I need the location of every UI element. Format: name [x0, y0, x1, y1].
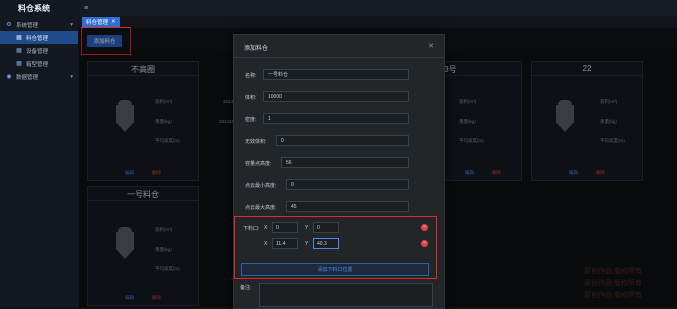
- sidebar-item-label: 设备管理: [26, 48, 49, 55]
- field-label: 名称:: [245, 73, 257, 79]
- outlet-y-input[interactable]: 40.3: [313, 238, 339, 249]
- max-height-input[interactable]: 45: [286, 201, 409, 212]
- watermark-text: 原创作品 版权所有: [584, 292, 642, 299]
- sidebar-item-label: 系统管理: [16, 22, 39, 29]
- sidebar-item-silo[interactable]: ▦ 料仓管理: [0, 31, 78, 44]
- x-label: X: [264, 225, 268, 231]
- app-title: 料仓系统: [18, 3, 50, 13]
- top-bar: ≡: [78, 0, 677, 17]
- capacity-height-input[interactable]: 56: [281, 157, 409, 168]
- field-label: 容量点高度:: [245, 161, 272, 167]
- sidebar-item-label: 箱型管理: [26, 61, 49, 68]
- sidebar-item-label: 数据管理: [16, 74, 39, 81]
- chevron-down-icon: ▾: [70, 21, 73, 28]
- y-label: Y: [305, 241, 309, 247]
- invalid-volume-input[interactable]: 0: [276, 135, 409, 146]
- x-label: X: [264, 241, 268, 247]
- sidebar-item-box[interactable]: ▦ 箱型管理: [0, 57, 78, 70]
- add-outlet-button[interactable]: 添加下料口位置: [241, 263, 429, 276]
- field-label: 无效体积:: [245, 139, 267, 145]
- y-label: Y: [305, 225, 309, 231]
- remark-textarea[interactable]: [259, 283, 433, 307]
- sidebar-item-label: 料仓管理: [26, 35, 49, 42]
- watermark-text: 原创作品 版权所有: [584, 280, 642, 287]
- sidebar-item-device[interactable]: ▦ 设备管理: [0, 44, 78, 57]
- outlet-x-input[interactable]: 0: [272, 222, 298, 233]
- form-row-density: 密度: 1: [241, 112, 437, 126]
- grid-icon: ▦: [16, 48, 22, 54]
- min-height-input[interactable]: 0: [286, 179, 409, 190]
- modal-title: 添加料仓: [244, 46, 269, 52]
- field-label: 体积:: [245, 95, 257, 101]
- remark-label: 备注:: [240, 285, 252, 291]
- side-menu: ⚙ 系统管理 ▾ ▦ 料仓管理 ▦ 设备管理 ▦ 箱型管理 ◉ 数据管理 ▾: [0, 18, 78, 83]
- form-row-name: 名称: 一号料仓: [241, 68, 437, 82]
- sidebar: 料仓系统 ⚙ 系统管理 ▾ ▦ 料仓管理 ▦ 设备管理 ▦ 箱型管理 ◉ 数据管…: [0, 0, 79, 307]
- form-row-min-height: 点云最小高度: 0: [241, 178, 437, 192]
- field-label: 点云最小高度:: [245, 183, 277, 189]
- form-row-invalid-volume: 无效体积: 0: [241, 134, 437, 148]
- density-input[interactable]: 1: [263, 113, 409, 124]
- volume-input[interactable]: 10000: [263, 91, 409, 102]
- close-icon[interactable]: ✕: [428, 42, 434, 50]
- form-row-max-height: 点云最大高度: 45: [241, 200, 437, 214]
- outlet-y-input[interactable]: 0: [313, 222, 339, 233]
- sidebar-item-system[interactable]: ⚙ 系统管理 ▾: [0, 18, 78, 31]
- chevron-down-icon: ▾: [70, 73, 73, 80]
- menu-toggle-icon[interactable]: ≡: [78, 5, 94, 12]
- field-label: 密度:: [245, 117, 257, 123]
- gear-icon: ⚙: [6, 22, 12, 28]
- remove-outlet-icon[interactable]: −: [421, 240, 428, 247]
- location-icon: ◉: [6, 74, 12, 80]
- tab-bar: 料仓管理 ✕: [78, 16, 677, 28]
- name-input[interactable]: 一号料仓: [263, 69, 409, 80]
- tab-label: 料仓管理: [86, 20, 109, 26]
- sidebar-item-data[interactable]: ◉ 数据管理 ▾: [0, 70, 78, 83]
- grid-icon: ▦: [16, 61, 22, 67]
- form-row-capacity-height: 容量点高度: 56: [241, 156, 437, 170]
- remove-outlet-icon[interactable]: −: [421, 224, 428, 231]
- field-label: 点云最大高度:: [245, 205, 277, 211]
- close-icon[interactable]: ✕: [111, 19, 116, 25]
- divider: [234, 57, 444, 58]
- tab-silo-management[interactable]: 料仓管理 ✕: [82, 17, 120, 27]
- outlet-x-input[interactable]: 11.4: [272, 238, 298, 249]
- grid-icon: ▦: [16, 35, 22, 41]
- watermark-text: 原创作品 版权所有: [584, 268, 642, 275]
- form-row-volume: 体积: 10000: [241, 90, 437, 104]
- outlet-label: 下料口:: [243, 226, 260, 232]
